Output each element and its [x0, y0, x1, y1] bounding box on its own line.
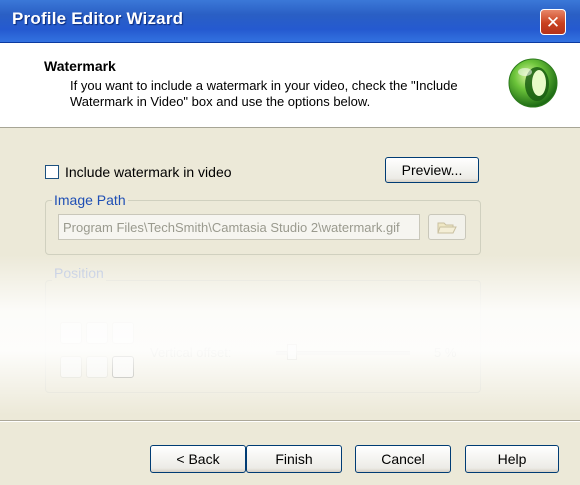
position-cell-top-center[interactable] — [86, 322, 108, 344]
position-cell-top-left[interactable] — [60, 322, 82, 344]
finish-button[interactable]: Finish — [246, 445, 342, 473]
position-cell-bottom-center[interactable] — [86, 356, 108, 378]
page-description: If you want to include a watermark in yo… — [70, 78, 458, 109]
close-button[interactable]: ✕ — [540, 9, 566, 35]
vertical-offset-value: 5 % — [434, 345, 457, 360]
position-group — [45, 280, 481, 393]
folder-open-icon — [437, 222, 457, 234]
close-icon: ✕ — [545, 12, 561, 32]
position-cell-top-right[interactable] — [112, 322, 134, 344]
include-watermark-checkbox[interactable] — [45, 165, 59, 179]
image-path-input[interactable]: Program Files\TechSmith\Camtasia Studio … — [58, 214, 420, 240]
include-watermark-row[interactable]: Include watermark in video — [45, 162, 232, 182]
profile-editor-wizard-window: Profile Editor Wizard ✕ Watermark If you… — [0, 0, 580, 485]
preview-button[interactable]: Preview... — [385, 157, 479, 183]
back-button[interactable]: < Back — [150, 445, 246, 473]
camtasia-logo-icon — [508, 58, 558, 108]
position-cell-bottom-left[interactable] — [60, 356, 82, 378]
image-path-label: Image Path — [52, 192, 128, 208]
browse-button[interactable] — [428, 214, 466, 240]
wizard-header: Watermark If you want to include a water… — [0, 43, 580, 128]
window-title: Profile Editor Wizard — [12, 9, 184, 28]
vertical-offset-label: Vertical offset: — [150, 345, 232, 360]
footer-separator — [0, 420, 580, 422]
include-watermark-label: Include watermark in video — [65, 164, 232, 180]
help-button[interactable]: Help — [465, 445, 559, 473]
position-cell-bottom-right[interactable] — [112, 356, 134, 378]
position-label: Position — [52, 265, 106, 281]
title-bar[interactable]: Profile Editor Wizard ✕ — [0, 0, 580, 43]
page-title: Watermark — [44, 58, 116, 74]
vertical-offset-slider-thumb[interactable] — [287, 344, 297, 360]
cancel-button[interactable]: Cancel — [355, 445, 451, 473]
